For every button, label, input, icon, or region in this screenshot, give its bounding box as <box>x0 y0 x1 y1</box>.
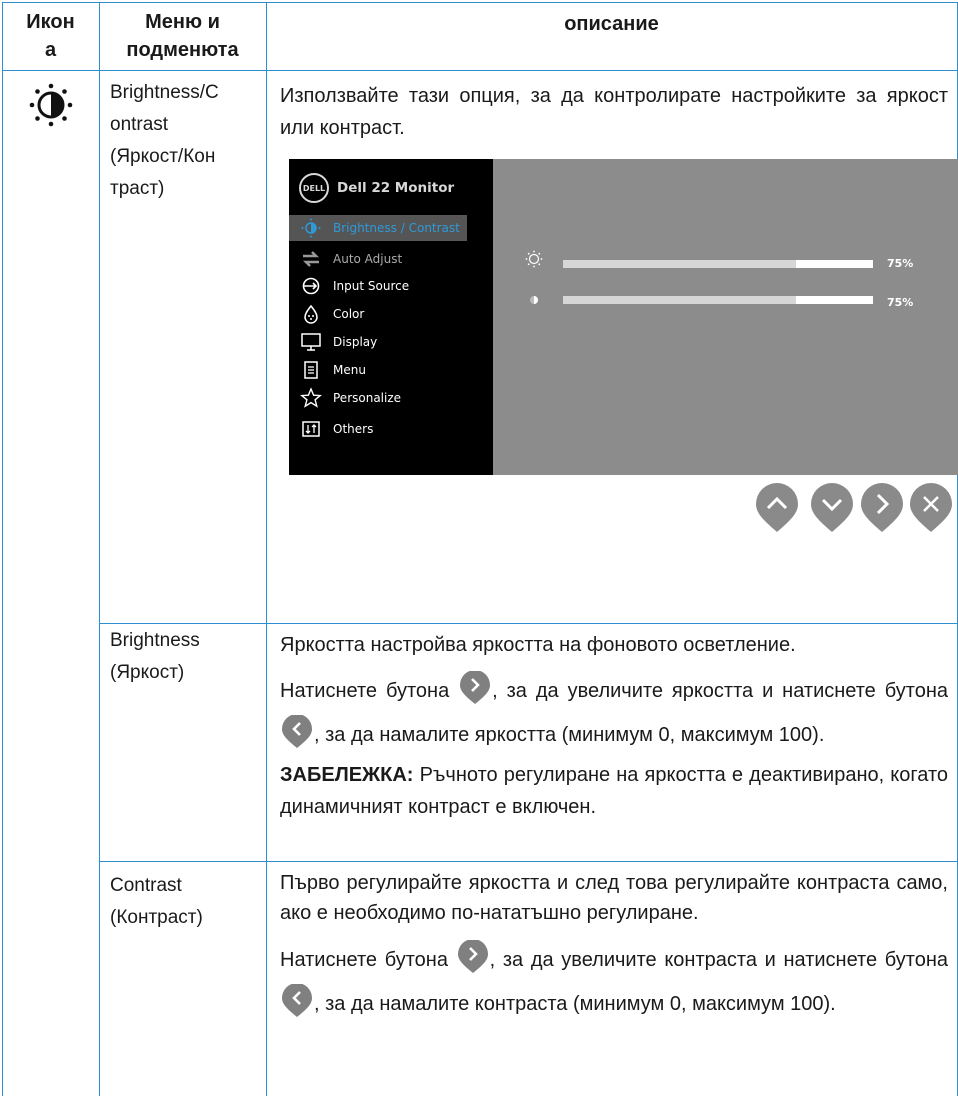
osd-brightness-slider-fill <box>795 260 873 268</box>
table-rule-2 <box>266 2 267 1096</box>
auto-adjust-icon <box>289 249 333 269</box>
table-rule-1 <box>99 2 100 1096</box>
osd-item-color[interactable]: Color <box>289 301 493 327</box>
header-rule <box>2 70 958 71</box>
osd-brightness-slider[interactable] <box>563 260 873 268</box>
right-button-icon[interactable] <box>858 482 906 534</box>
osd-item-menu[interactable]: Menu <box>289 357 493 383</box>
table-border-left <box>2 2 3 1096</box>
description-contrast: Първо регулирайте яркостта и след това р… <box>280 868 948 1026</box>
osd-title: Dell 22 Monitor <box>337 180 455 196</box>
star-icon <box>289 387 333 409</box>
osd-screenshot: DELL Dell 22 Monitor Brightness / Contra… <box>289 159 958 475</box>
dell-logo: DELL <box>299 173 329 203</box>
osd-item-auto-adjust[interactable]: Auto Adjust <box>289 246 493 272</box>
osd-contrast-slider-fill <box>795 296 873 304</box>
display-icon <box>289 332 333 352</box>
input-source-icon <box>289 276 333 296</box>
left-button-icon <box>282 983 312 1017</box>
left-button-icon <box>282 714 312 748</box>
osd-item-display[interactable]: Display <box>289 329 493 355</box>
row-rule-2 <box>99 861 957 862</box>
menu-icon <box>289 360 333 380</box>
menu-brightness-contrast: Brightness/C ontrast (Яркост/Кон траст) <box>110 82 219 199</box>
osd-item-input-source[interactable]: Input Source <box>289 273 493 299</box>
brightness-icon <box>29 83 73 127</box>
osd-item-personalize[interactable]: Personalize <box>289 385 493 411</box>
menu-brightness: Brightness (Яркост) <box>110 630 200 683</box>
osd-brightness-value: 75% <box>887 257 914 270</box>
osd-menu-panel: DELL Dell 22 Monitor Brightness / Contra… <box>289 159 493 475</box>
header-menu: Меню и подменюта <box>126 11 239 61</box>
color-icon <box>289 304 333 324</box>
others-icon <box>289 419 333 439</box>
osd-contrast-value: 75% <box>887 296 914 309</box>
header-description: описание <box>564 13 659 35</box>
menu-contrast: Contrast (Контраст) <box>110 875 203 928</box>
down-button-icon[interactable] <box>808 482 856 534</box>
osd-contrast-slider[interactable] <box>563 296 873 304</box>
row-rule-1 <box>99 623 957 624</box>
osd-item-brightness-contrast[interactable]: Brightness / Contrast <box>289 215 467 241</box>
description-brightness-contrast: Използвайте тази опция, за да контролира… <box>280 85 948 139</box>
right-button-icon <box>457 939 488 973</box>
close-button-icon[interactable] <box>907 482 955 534</box>
description-brightness: Яркостта настройва яркостта на фоновото … <box>280 634 948 818</box>
osd-brightness-slider-icon <box>525 250 543 268</box>
brightness-icon <box>289 218 333 238</box>
osd-contrast-slider-icon <box>530 296 538 304</box>
up-button-icon[interactable] <box>753 482 801 534</box>
osd-brand: DELL Dell 22 Monitor <box>299 173 454 203</box>
right-button-icon <box>460 670 491 704</box>
osd-item-others[interactable]: Others <box>289 416 493 442</box>
header-icon: Икон а <box>26 11 75 61</box>
table-border-top <box>2 2 958 3</box>
